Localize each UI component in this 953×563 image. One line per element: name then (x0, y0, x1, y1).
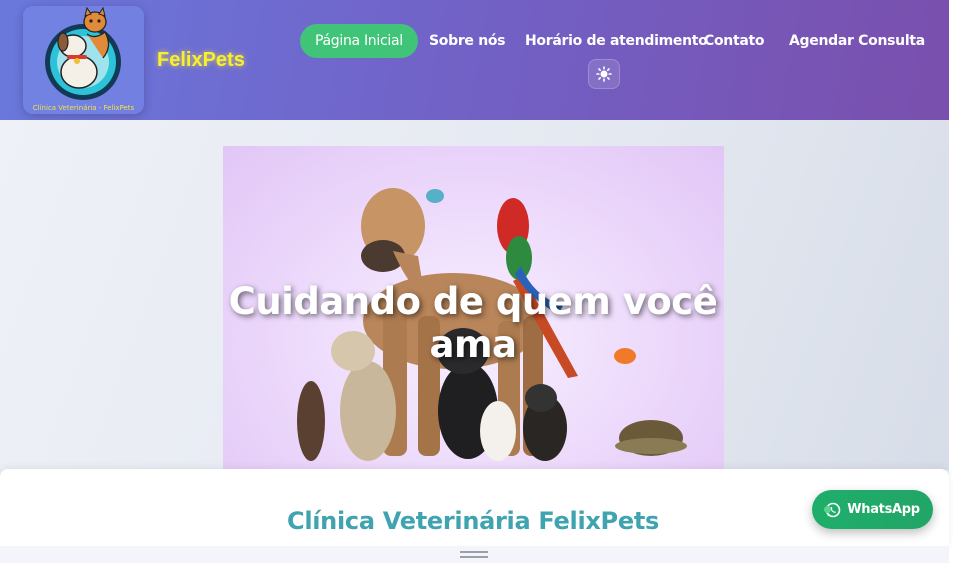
main-nav: Página Inicial Sobre nós Horário de aten… (0, 24, 949, 58)
drag-handle-icon[interactable] (460, 551, 488, 558)
nav-contact[interactable]: Contato (704, 24, 765, 58)
whatsapp-label: WhatsApp (847, 502, 920, 517)
nav-schedule[interactable]: Agendar Consulta (789, 24, 925, 58)
sun-icon (596, 66, 612, 82)
page-edge (949, 0, 953, 563)
hero-title: Cuidando de quem você ama (228, 280, 718, 366)
nav-about[interactable]: Sobre nós (429, 24, 506, 58)
nav-hours[interactable]: Horário de atendimento (525, 24, 708, 58)
whatsapp-button[interactable]: WhatsApp (812, 490, 933, 529)
section-title: Clínica Veterinária FelixPets (287, 507, 659, 535)
nav-home[interactable]: Página Inicial (300, 24, 418, 58)
status-dot (824, 506, 831, 513)
logo[interactable]: Clínica Veterinária - FelixPets (23, 6, 144, 114)
logo-caption: Clínica Veterinária - FelixPets (32, 104, 135, 112)
site-header: Clínica Veterinária - FelixPets FelixPet… (0, 0, 949, 120)
theme-toggle-button[interactable] (588, 59, 620, 89)
